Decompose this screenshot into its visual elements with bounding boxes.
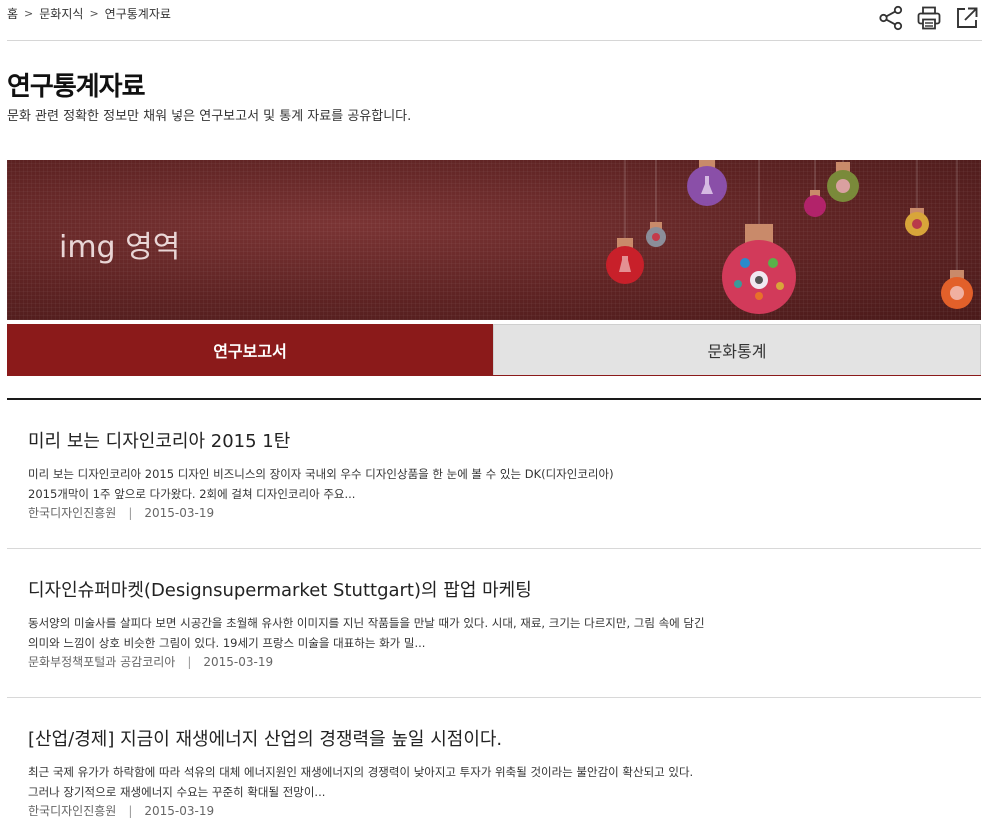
item-summary: 최근 국제 유가가 하락함에 따라 석유의 대체 에너지원인 재생에너지의 경쟁…: [28, 762, 748, 802]
item-source: 한국디자인진흥원: [28, 506, 117, 520]
tab-research-reports[interactable]: 연구보고서: [7, 324, 493, 375]
item-title[interactable]: [산업/경제] 지금이 재생에너지 산업의 경쟁력을 높일 시점이다.: [28, 725, 502, 751]
list-item[interactable]: [산업/경제] 지금이 재생에너지 산업의 경쟁력을 높일 시점이다. 최근 국…: [7, 698, 981, 827]
meta-divider: |: [128, 803, 133, 818]
share-icon[interactable]: [878, 5, 904, 31]
meta-divider: |: [128, 505, 133, 520]
list-item[interactable]: 미리 보는 디자인코리아 2015 1탄 미리 보는 디자인코리아 2015 디…: [7, 400, 981, 549]
content-tabs: 연구보고서 문화통계: [7, 324, 981, 376]
item-summary-line: 최근 국제 유가가 하락함에 따라 석유의 대체 에너지원인 재생에너지의 경쟁…: [28, 765, 694, 779]
item-summary: 동서양의 미술사를 살피다 보면 시공간을 초월해 유사한 이미지를 지닌 작품…: [28, 613, 748, 653]
external-link-icon[interactable]: [954, 5, 980, 31]
item-summary: 미리 보는 디자인코리아 2015 디자인 비즈니스의 장이자 국내외 우수 디…: [28, 464, 748, 504]
print-icon[interactable]: [916, 5, 942, 31]
item-summary-line: 그러나 장기적으로 재생에너지 수요는 꾸준히 확대될 전망이...: [28, 785, 326, 799]
page-title: 연구통계자료: [7, 72, 146, 102]
item-date: 2015-03-19: [144, 505, 215, 520]
top-bar: 홈 > 문화지식 > 연구통계자료: [7, 0, 982, 41]
banner-image: img 영역: [7, 160, 981, 320]
item-date: 2015-03-19: [203, 654, 274, 669]
report-list: 미리 보는 디자인코리아 2015 1탄 미리 보는 디자인코리아 2015 디…: [7, 398, 981, 827]
breadcrumb-home[interactable]: 홈: [7, 5, 18, 22]
banner-placeholder-text: img 영역: [59, 230, 181, 265]
breadcrumb-separator-icon: >: [89, 7, 99, 20]
breadcrumb: 홈 > 문화지식 > 연구통계자료: [7, 5, 171, 22]
item-meta: 한국디자인진흥원 | 2015-03-19: [28, 504, 214, 521]
tab-culture-statistics[interactable]: 문화통계: [493, 324, 981, 375]
item-summary-line: 2015개막이 1주 앞으로 다가왔다. 2회에 걸쳐 디자인코리아 주요...: [28, 487, 356, 501]
item-source: 문화부정책포털과 공감코리아: [28, 655, 176, 669]
item-summary-line: 미리 보는 디자인코리아 2015 디자인 비즈니스의 장이자 국내외 우수 디…: [28, 467, 614, 481]
page-tools: [878, 5, 980, 31]
item-title[interactable]: 미리 보는 디자인코리아 2015 1탄: [28, 427, 290, 453]
meta-divider: |: [187, 654, 192, 669]
item-date: 2015-03-19: [144, 803, 215, 818]
list-item[interactable]: 디자인슈퍼마켓(Designsupermarket Stuttgart)의 팝업…: [7, 549, 981, 698]
item-title[interactable]: 디자인슈퍼마켓(Designsupermarket Stuttgart)의 팝업…: [28, 576, 532, 602]
item-source: 한국디자인진흥원: [28, 804, 117, 818]
page-description: 문화 관련 정확한 정보만 채워 넣은 연구보고서 및 통계 자료를 공유합니다…: [7, 109, 412, 124]
item-summary-line: 동서양의 미술사를 살피다 보면 시공간을 초월해 유사한 이미지를 지닌 작품…: [28, 616, 705, 630]
breadcrumb-current: 연구통계자료: [104, 7, 171, 21]
breadcrumb-level1[interactable]: 문화지식: [39, 5, 83, 22]
breadcrumb-separator-icon: >: [24, 7, 34, 20]
item-meta: 한국디자인진흥원 | 2015-03-19: [28, 802, 214, 819]
item-summary-line: 의미와 느낌이 상호 비슷한 그림이 있다. 19세기 프랑스 미술을 대표하는…: [28, 636, 426, 650]
item-meta: 문화부정책포털과 공감코리아 | 2015-03-19: [28, 653, 273, 670]
